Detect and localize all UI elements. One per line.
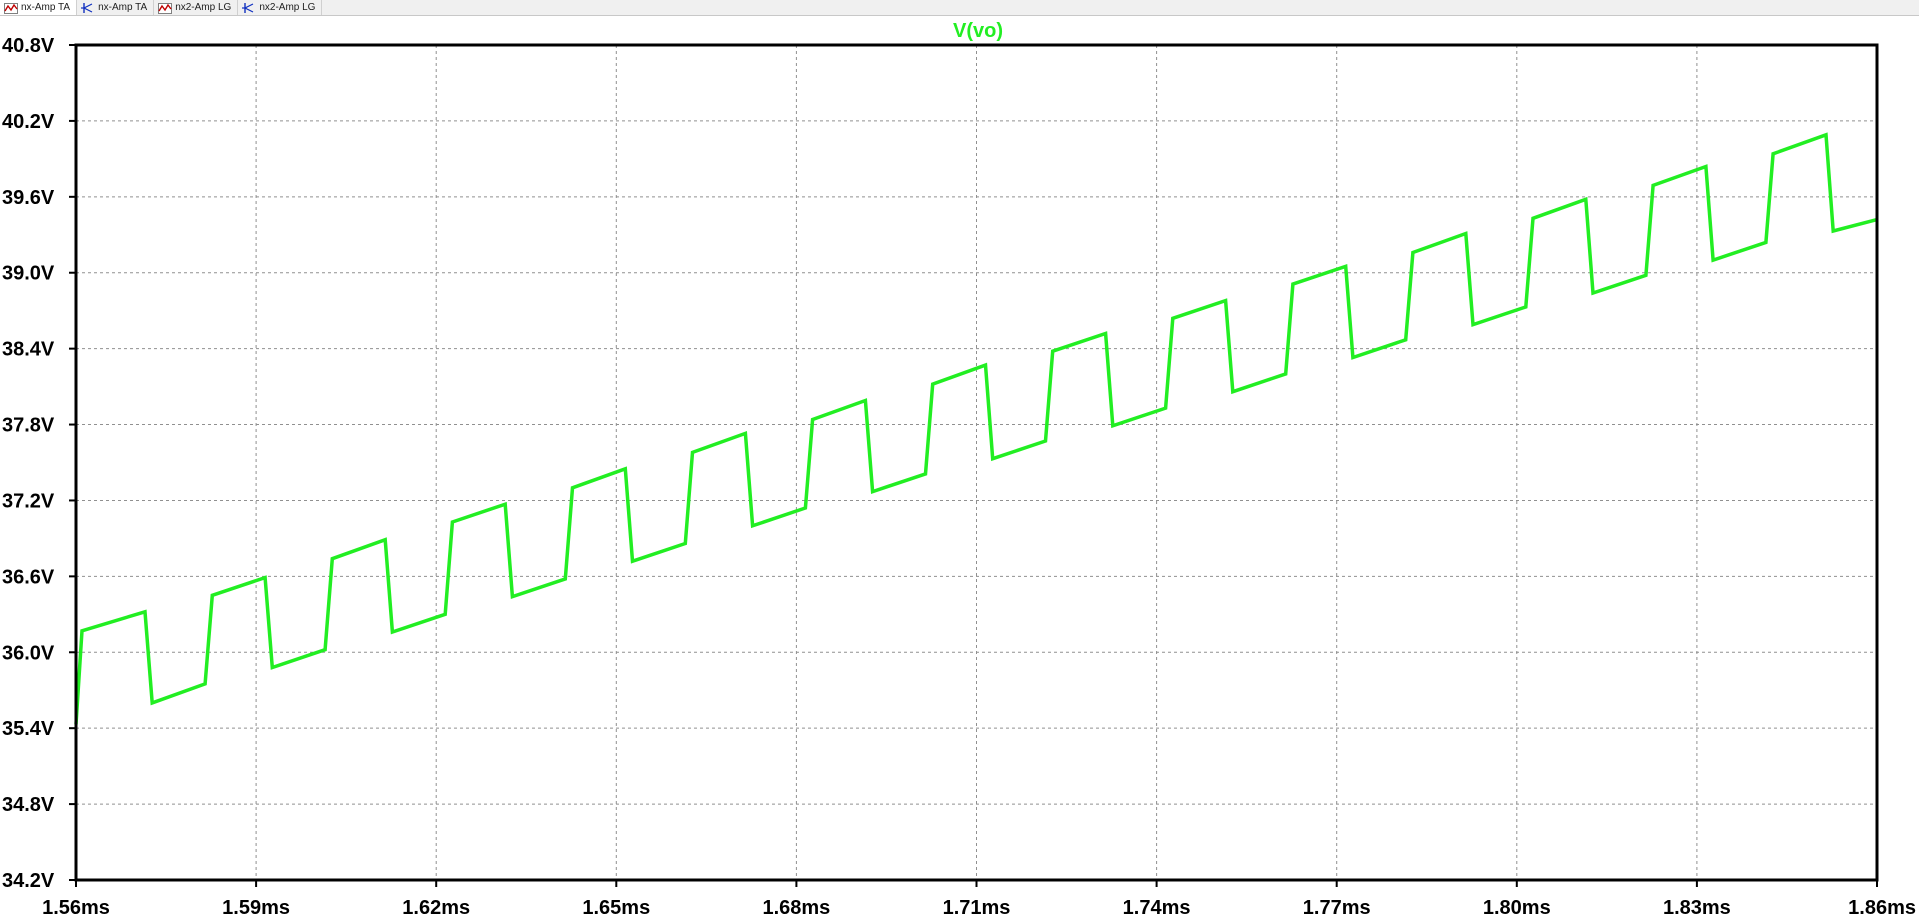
y-tick-label: 36.0V bbox=[2, 642, 55, 664]
x-tick-label: 1.77ms bbox=[1303, 897, 1371, 919]
x-tick-label: 1.71ms bbox=[943, 897, 1011, 919]
y-tick-label: 36.6V bbox=[2, 566, 55, 588]
y-tick-label: 35.4V bbox=[2, 718, 55, 740]
y-tick-label: 39.0V bbox=[2, 263, 55, 285]
waveform-plot[interactable]: 1.56ms 1.59ms 1.62ms 1.65ms 1.68ms 1.71ms 1.74… bbox=[0, 0, 1919, 921]
axis-labels: 1.56ms 1.59ms 1.62ms 1.65ms 1.68ms 1.71ms 1.74… bbox=[2, 35, 1916, 919]
y-tick-label: 34.8V bbox=[2, 794, 55, 816]
y-tick-label: 38.4V bbox=[2, 339, 55, 361]
x-tick-label: 1.83ms bbox=[1663, 897, 1731, 919]
x-tick-label: 1.59ms bbox=[222, 897, 290, 919]
x-tick-label: 1.62ms bbox=[402, 897, 470, 919]
x-tick-label: 1.68ms bbox=[762, 897, 830, 919]
y-tick-label: 40.8V bbox=[2, 35, 55, 57]
y-tick-label: 39.6V bbox=[2, 187, 55, 209]
x-tick-label: 1.56ms bbox=[42, 897, 110, 919]
y-tick-label: 34.2V bbox=[2, 870, 55, 892]
grid bbox=[76, 45, 1877, 880]
trace-title[interactable]: V(vo) bbox=[953, 20, 1003, 42]
x-tick-label: 1.74ms bbox=[1123, 897, 1191, 919]
y-tick-label: 37.2V bbox=[2, 490, 55, 512]
y-tick-label: 40.2V bbox=[2, 111, 55, 133]
tick-marks bbox=[69, 44, 1878, 887]
x-tick-label: 1.65ms bbox=[582, 897, 650, 919]
x-tick-label: 1.86ms bbox=[1848, 897, 1916, 919]
x-tick-label: 1.80ms bbox=[1483, 897, 1551, 919]
y-tick-label: 37.8V bbox=[2, 415, 55, 437]
